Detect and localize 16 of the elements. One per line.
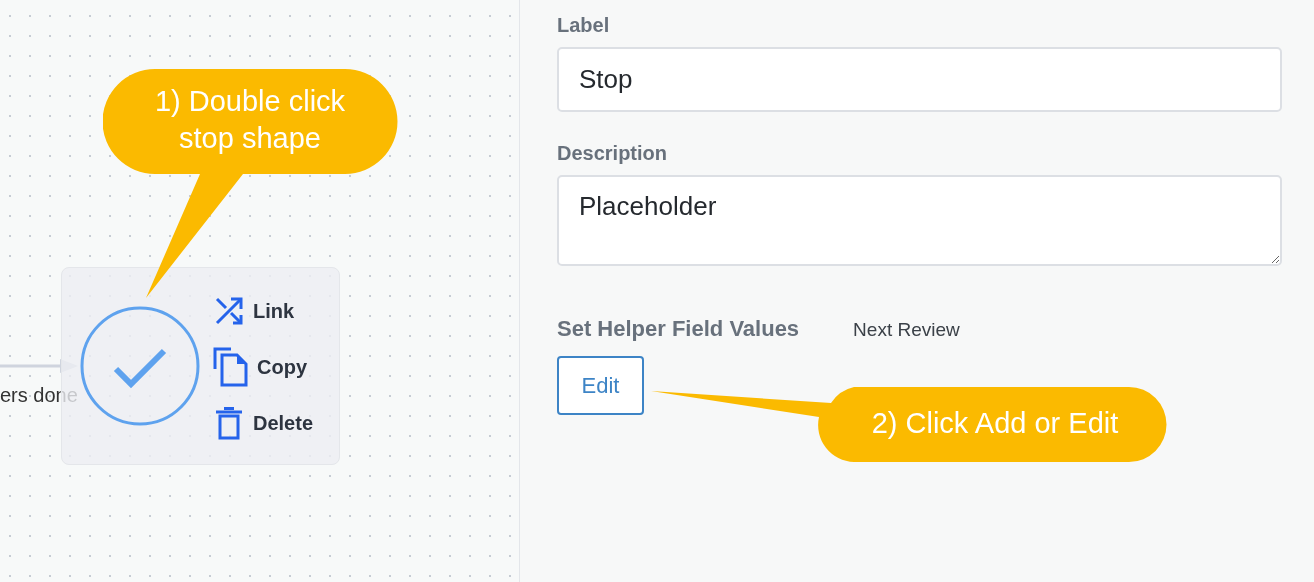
field-label: Description	[557, 142, 668, 165]
copy-icon[interactable]	[213, 347, 249, 387]
helper-field-name: Next Review	[853, 319, 960, 341]
field-label: Label	[557, 14, 610, 37]
action-label[interactable]: Delete	[253, 411, 314, 435]
description-textarea[interactable]: Placeholder	[557, 175, 1282, 266]
action-label[interactable]: Copy	[257, 355, 307, 379]
stop-node-icon[interactable]	[79, 305, 201, 427]
action-label[interactable]: Link	[253, 299, 295, 323]
edit-button[interactable]: Edit	[557, 356, 644, 415]
shuffle-icon[interactable]	[213, 295, 245, 327]
callout-text: 1) Double click stop shape	[153, 84, 347, 156]
trash-icon[interactable]	[213, 406, 245, 440]
callout-text: 2) Click Add or Edit	[870, 406, 1120, 441]
helper-label: Set Helper Field Values	[557, 316, 800, 342]
label-input[interactable]: Stop	[557, 47, 1282, 112]
